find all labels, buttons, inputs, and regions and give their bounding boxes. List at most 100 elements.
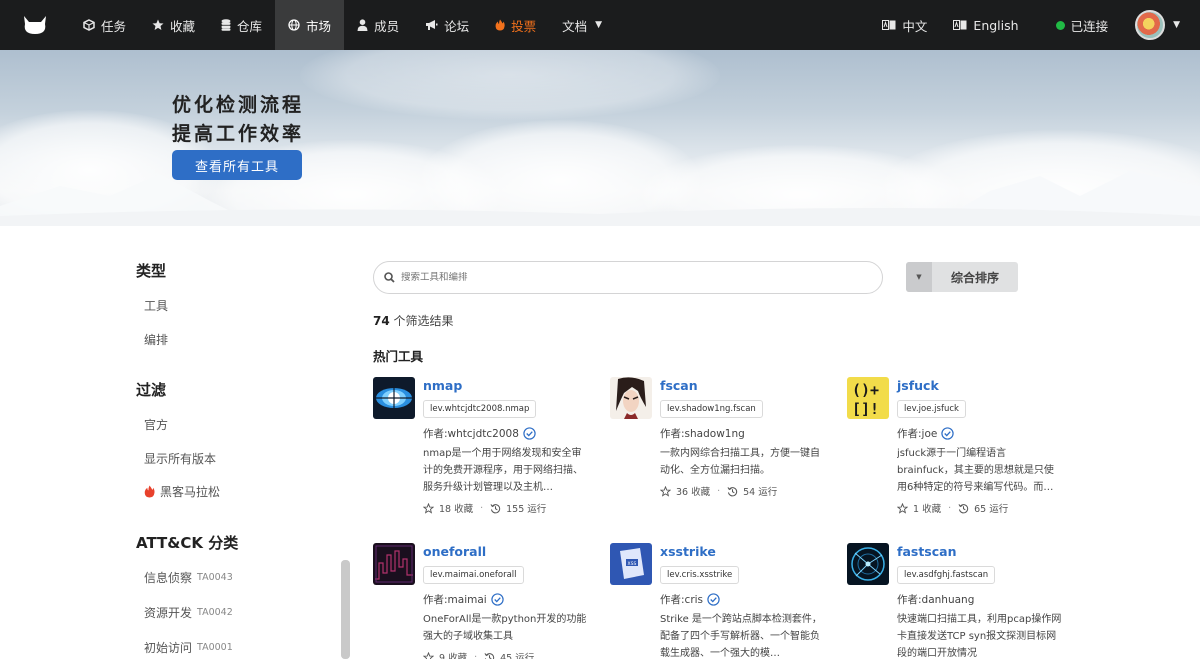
sidebar-item-attck[interactable]: 信息侦察 TA0043 — [144, 569, 233, 586]
author-name: joe — [921, 427, 938, 440]
star-outline-icon[interactable] — [897, 502, 908, 514]
author-name: shadow1ng — [684, 427, 745, 440]
tool-name[interactable]: xsstrike — [660, 544, 716, 559]
tool-name[interactable]: fastscan — [897, 544, 956, 559]
sidebar-scrollbar-thumb[interactable] — [341, 560, 350, 659]
nav-item-members[interactable]: 成员 — [344, 0, 412, 50]
author-prefix: 作者: — [897, 428, 922, 440]
author-prefix: 作者: — [423, 594, 448, 606]
tool-description: 一款内网综合扫描工具，方便一键自动化、全方位漏扫扫描。 — [660, 448, 820, 476]
sort-dropdown[interactable]: ▼ 综合排序 — [906, 262, 1018, 292]
nav-item-repository[interactable]: 仓库 — [208, 0, 275, 50]
tool-thumbnail: XSS — [610, 543, 652, 585]
sidebar-item-label: 初始访问 — [144, 641, 193, 655]
nav-item-label: 成员 — [374, 18, 400, 34]
chevron-down-icon: ▼ — [595, 20, 603, 30]
tool-description: nmap是一个用于网络发现和安全审计的免费开源程序，用于网络扫描、服务升级计划管… — [423, 448, 583, 493]
sidebar-item-attck[interactable]: 资源开发 TA0042 — [144, 604, 233, 621]
nav-item-vote[interactable]: 投票 — [482, 0, 549, 50]
search-input[interactable] — [401, 272, 861, 283]
view-all-tools-button[interactable]: 查看所有工具 — [172, 150, 302, 180]
tool-author: 作者: shadow1ng — [660, 426, 745, 441]
author-prefix: 作者: — [897, 594, 922, 606]
author-name: cris — [684, 593, 704, 606]
nav-item-docs[interactable]: 文档 ▼ — [549, 0, 615, 50]
tool-stats: 18 收藏 · 155 运行 — [423, 501, 546, 515]
attck-heading: ATT&CK 分类 — [136, 534, 239, 552]
history-icon — [727, 486, 738, 496]
tool-author: 作者: maimai — [423, 592, 504, 607]
tool-author: 作者: joe — [897, 426, 955, 441]
sidebar-item-orchestration[interactable]: 编排 — [144, 331, 168, 348]
nav-item-forum[interactable]: 论坛 — [412, 0, 482, 50]
user-menu[interactable]: ▼ — [1121, 0, 1200, 50]
separator: · — [717, 485, 721, 497]
tool-thumbnail: ()+ []! — [847, 377, 889, 419]
tactic-code: TA0043 — [197, 572, 233, 583]
nav-item-label: 仓库 — [237, 18, 263, 34]
history-icon — [484, 652, 495, 659]
nav-item-market[interactable]: 市场 — [275, 0, 345, 50]
search-box[interactable] — [373, 261, 883, 294]
author-prefix: 作者: — [660, 594, 685, 606]
tool-card[interactable]: ()+ []! jsfuck lev.joe.jsfuck 作者: joe jsf… — [847, 377, 1072, 522]
user-icon — [357, 19, 368, 31]
banner-headline-1: 优化检测流程 — [172, 94, 305, 116]
runs-count: 45 运行 — [500, 653, 535, 659]
tool-card[interactable]: XSS xsstrike lev.cris.xsstrike 作者: cris … — [610, 543, 835, 659]
nav-item-tasks[interactable]: 任务 — [70, 0, 139, 50]
tool-card[interactable]: fscan lev.shadow1ng.fscan 作者: shadow1ng … — [610, 377, 835, 522]
nav-item-label: 市场 — [306, 18, 332, 34]
sidebar-item-hackathon[interactable]: 黑客马拉松 — [144, 483, 220, 500]
sort-label: 综合排序 — [950, 270, 999, 285]
status-dot-icon — [1055, 20, 1065, 30]
tool-name[interactable]: fscan — [660, 378, 698, 393]
history-icon — [490, 503, 501, 513]
tool-card[interactable]: nmap lev.whtcjdtc2008.nmap 作者: whtcjdtc2… — [373, 377, 598, 522]
nav-item-label: 收藏 — [170, 18, 196, 34]
bullhorn-icon — [425, 19, 438, 31]
tool-name[interactable]: nmap — [423, 378, 462, 393]
hero-banner: 优化检测流程 提高工作效率 查看所有工具 — [0, 50, 1200, 226]
favorites-count: 18 收藏 — [439, 504, 474, 515]
verified-icon — [523, 427, 536, 440]
filter-heading: 过滤 — [136, 381, 167, 399]
lang-zh-label: 中文 — [902, 18, 928, 34]
chevron-down-icon: ▼ — [1173, 20, 1180, 30]
tool-name[interactable]: oneforall — [423, 544, 486, 559]
tool-thumbnail — [373, 543, 415, 585]
lang-en-button[interactable]: English — [940, 0, 1031, 50]
language-icon — [882, 20, 896, 30]
favorites-count: 9 收藏 — [439, 653, 468, 659]
star-icon — [152, 19, 164, 31]
author-prefix: 作者: — [423, 428, 448, 440]
runs-count: 155 运行 — [506, 504, 547, 515]
sidebar-item-attck[interactable]: 初始访问 TA0001 — [144, 639, 233, 656]
nav-item-favorites[interactable]: 收藏 — [139, 0, 208, 50]
tool-description: OneForAll是一款python开发的功能强大的子域收集工具 — [423, 614, 587, 642]
tool-name[interactable]: jsfuck — [897, 378, 939, 393]
cube-icon — [83, 19, 95, 31]
tool-thumbnail — [610, 377, 652, 419]
tool-description: jsfuck源于一门编程语言brainfuck，其主要的思想就是只使用6种特定的… — [897, 448, 1054, 493]
lang-zh-button[interactable]: 中文 — [869, 0, 940, 50]
connection-status-label: 已连接 — [1070, 18, 1109, 34]
star-outline-icon[interactable] — [423, 651, 434, 659]
verified-icon — [707, 593, 720, 606]
chevron-down-icon[interactable]: ▼ — [906, 262, 932, 292]
search-icon — [384, 272, 395, 283]
star-outline-icon[interactable] — [423, 502, 434, 514]
sidebar-item-all-versions[interactable]: 显示所有版本 — [144, 450, 216, 467]
sidebar-item-tools[interactable]: 工具 — [144, 297, 168, 314]
cloud-decoration — [300, 50, 720, 120]
nav-item-label: 文档 — [562, 18, 588, 34]
tactic-code: TA0001 — [197, 642, 233, 653]
separator: · — [948, 502, 952, 514]
star-outline-icon[interactable] — [660, 485, 671, 497]
fire-icon — [495, 19, 505, 31]
tool-card[interactable]: oneforall lev.maimai.oneforall 作者: maima… — [373, 543, 598, 659]
tool-card[interactable]: fastscan lev.asdfghj.fastscan 作者: danhua… — [847, 543, 1072, 659]
sidebar-item-official[interactable]: 官方 — [144, 416, 168, 433]
connection-status: 已连接 — [1032, 0, 1122, 50]
logo-icon[interactable] — [0, 0, 70, 50]
